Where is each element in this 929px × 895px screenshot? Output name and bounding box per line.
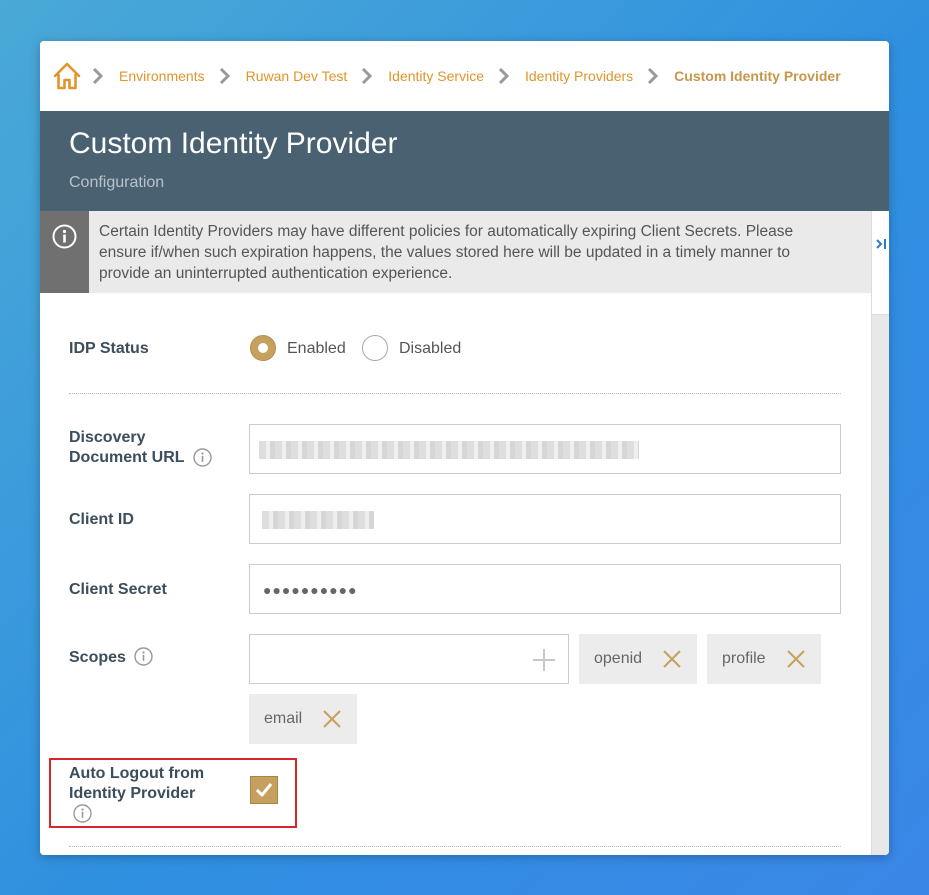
close-icon[interactable]: [662, 649, 682, 669]
idp-status-disabled-label[interactable]: Disabled: [399, 340, 461, 358]
chevron-right-icon: [647, 67, 661, 85]
app-window: Environments Ruwan Dev Test Identity Ser…: [40, 41, 889, 855]
redacted-value: [262, 511, 374, 529]
auto-logout-label-line2: Identity Provider: [69, 785, 196, 802]
collapse-panel-icon[interactable]: [875, 237, 889, 251]
page-title: Custom Identity Provider: [69, 127, 398, 160]
scopes-input[interactable]: [249, 634, 569, 684]
side-panel-toggle[interactable]: [872, 211, 889, 315]
scope-chip-label: openid: [594, 650, 643, 667]
config-form: Certain Identity Providers may have diff…: [40, 211, 871, 855]
idp-status-enabled-label[interactable]: Enabled: [287, 340, 346, 358]
scope-chip-openid: openid: [579, 634, 697, 684]
client-id-label: Client ID: [69, 511, 134, 528]
scopes-label-text: Scopes: [69, 649, 126, 666]
idp-status-label: IDP Status: [69, 340, 149, 357]
discovery-url-label-line1: Discovery: [69, 429, 146, 446]
breadcrumb-environment[interactable]: Ruwan Dev Test: [246, 68, 348, 84]
notice-icon-bar: [40, 211, 89, 293]
close-icon[interactable]: [322, 709, 342, 729]
discovery-url-input[interactable]: [249, 424, 841, 474]
info-icon[interactable]: [193, 448, 212, 467]
info-notice: Certain Identity Providers may have diff…: [40, 211, 871, 293]
divider: [69, 846, 841, 847]
close-icon[interactable]: [786, 649, 806, 669]
info-icon[interactable]: [134, 647, 154, 666]
info-icon: [52, 224, 77, 249]
client-secret-masked-value: ●●●●●●●●●●: [263, 582, 358, 598]
idp-status-disabled-radio[interactable]: [362, 335, 388, 361]
discovery-url-label-line2: Document URL: [69, 449, 185, 466]
breadcrumb-identity-providers[interactable]: Identity Providers: [525, 68, 633, 84]
chevron-right-icon: [361, 67, 375, 85]
page-header: Custom Identity Provider Configuration: [40, 111, 889, 211]
auto-logout-checkbox[interactable]: [250, 776, 278, 804]
discovery-url-label: Discovery Document URL: [69, 428, 212, 468]
auto-logout-label: Auto Logout from Identity Provider: [69, 764, 204, 824]
scope-chip-email: email: [249, 694, 357, 744]
page-subtitle: Configuration: [69, 174, 165, 191]
breadcrumb-identity-service[interactable]: Identity Service: [388, 68, 484, 84]
breadcrumb-current: Custom Identity Provider: [674, 68, 841, 84]
chevron-right-icon: [498, 67, 512, 85]
client-secret-input[interactable]: ●●●●●●●●●●: [249, 564, 841, 614]
info-icon[interactable]: [73, 804, 92, 823]
breadcrumb-environments[interactable]: Environments: [119, 68, 205, 84]
breadcrumb: Environments Ruwan Dev Test Identity Ser…: [40, 41, 889, 111]
auto-logout-label-line1: Auto Logout from: [69, 765, 205, 782]
idp-status-enabled-radio[interactable]: [250, 335, 276, 361]
chevron-right-icon: [92, 67, 106, 85]
check-icon: [255, 783, 273, 797]
plus-icon[interactable]: [532, 648, 556, 672]
side-panel-rail: [871, 211, 889, 855]
scope-chip-label: profile: [722, 650, 766, 667]
scopes-label: Scopes: [69, 647, 154, 668]
notice-text: Certain Identity Providers may have diff…: [99, 223, 794, 282]
client-id-input[interactable]: [249, 494, 841, 544]
redacted-value: [259, 441, 639, 459]
scope-chip-label: email: [264, 710, 303, 727]
scope-chip-profile: profile: [707, 634, 821, 684]
home-icon[interactable]: [53, 61, 81, 91]
divider: [69, 393, 841, 394]
chevron-right-icon: [219, 67, 233, 85]
client-secret-label: Client Secret: [69, 581, 167, 598]
